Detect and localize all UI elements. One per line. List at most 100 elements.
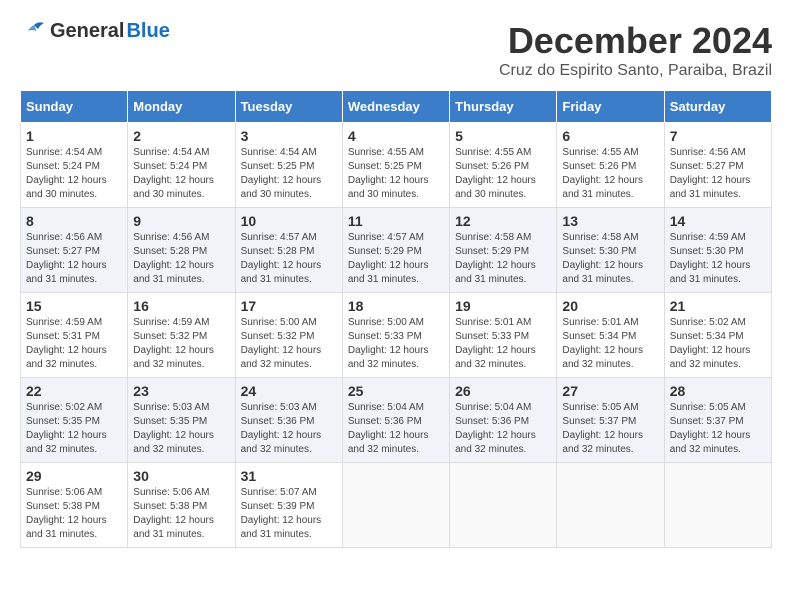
- calendar-week-row: 22 Sunrise: 5:02 AMSunset: 5:35 PMDayligh…: [21, 378, 772, 463]
- calendar-day-cell: 28 Sunrise: 5:05 AMSunset: 5:37 PMDayligh…: [664, 378, 771, 463]
- day-info: Sunrise: 5:02 AMSunset: 5:34 PMDaylight:…: [670, 316, 766, 372]
- day-number: 9: [133, 213, 229, 229]
- day-info: Sunrise: 5:00 AMSunset: 5:32 PMDaylight:…: [241, 316, 337, 372]
- day-info: Sunrise: 4:59 AMSunset: 5:30 PMDaylight:…: [670, 231, 766, 287]
- page-header: General Blue December 2024 Cruz do Espir…: [20, 20, 772, 80]
- day-number: 7: [670, 128, 766, 144]
- logo: General Blue: [20, 20, 170, 43]
- day-info: Sunrise: 4:55 AMSunset: 5:26 PMDaylight:…: [455, 146, 551, 202]
- day-number: 3: [241, 128, 337, 144]
- calendar-day-cell: 9 Sunrise: 4:56 AMSunset: 5:28 PMDaylight…: [128, 208, 235, 293]
- day-info: Sunrise: 5:07 AMSunset: 5:39 PMDaylight:…: [241, 486, 337, 542]
- day-info: Sunrise: 4:56 AMSunset: 5:28 PMDaylight:…: [133, 231, 229, 287]
- calendar-day-cell: [342, 463, 449, 548]
- calendar-day-cell: 3 Sunrise: 4:54 AMSunset: 5:25 PMDaylight…: [235, 123, 342, 208]
- day-info: Sunrise: 5:04 AMSunset: 5:36 PMDaylight:…: [455, 401, 551, 457]
- day-number: 30: [133, 468, 229, 484]
- day-info: Sunrise: 5:00 AMSunset: 5:33 PMDaylight:…: [348, 316, 444, 372]
- day-info: Sunrise: 4:56 AMSunset: 5:27 PMDaylight:…: [26, 231, 122, 287]
- day-number: 29: [26, 468, 122, 484]
- day-number: 1: [26, 128, 122, 144]
- day-info: Sunrise: 4:57 AMSunset: 5:28 PMDaylight:…: [241, 231, 337, 287]
- calendar-day-cell: 30 Sunrise: 5:06 AMSunset: 5:38 PMDayligh…: [128, 463, 235, 548]
- day-number: 15: [26, 298, 122, 314]
- day-info: Sunrise: 4:54 AMSunset: 5:24 PMDaylight:…: [26, 146, 122, 202]
- weekday-header-cell: Thursday: [450, 91, 557, 123]
- month-title: December 2024: [499, 20, 772, 62]
- calendar-day-cell: 8 Sunrise: 4:56 AMSunset: 5:27 PMDaylight…: [21, 208, 128, 293]
- calendar-day-cell: 10 Sunrise: 4:57 AMSunset: 5:28 PMDayligh…: [235, 208, 342, 293]
- day-number: 31: [241, 468, 337, 484]
- day-number: 24: [241, 383, 337, 399]
- calendar-table: SundayMondayTuesdayWednesdayThursdayFrid…: [20, 90, 772, 548]
- day-number: 18: [348, 298, 444, 314]
- day-number: 26: [455, 383, 551, 399]
- logo-general-text: General: [50, 20, 124, 43]
- location-title: Cruz do Espirito Santo, Paraiba, Brazil: [499, 62, 772, 80]
- calendar-day-cell: 24 Sunrise: 5:03 AMSunset: 5:36 PMDayligh…: [235, 378, 342, 463]
- day-info: Sunrise: 4:54 AMSunset: 5:24 PMDaylight:…: [133, 146, 229, 202]
- day-number: 8: [26, 213, 122, 229]
- day-info: Sunrise: 4:57 AMSunset: 5:29 PMDaylight:…: [348, 231, 444, 287]
- calendar-day-cell: 7 Sunrise: 4:56 AMSunset: 5:27 PMDaylight…: [664, 123, 771, 208]
- day-info: Sunrise: 4:55 AMSunset: 5:26 PMDaylight:…: [562, 146, 658, 202]
- calendar-day-cell: 29Sunrise: 5:06 AMSunset: 5:38 PMDayligh…: [21, 463, 128, 548]
- calendar-day-cell: 20 Sunrise: 5:01 AMSunset: 5:34 PMDayligh…: [557, 293, 664, 378]
- day-info: Sunrise: 4:54 AMSunset: 5:25 PMDaylight:…: [241, 146, 337, 202]
- calendar-day-cell: 14Sunrise: 4:59 AMSunset: 5:30 PMDayligh…: [664, 208, 771, 293]
- day-info: Sunrise: 4:56 AMSunset: 5:27 PMDaylight:…: [670, 146, 766, 202]
- day-number: 20: [562, 298, 658, 314]
- logo-blue-text: Blue: [126, 20, 169, 43]
- calendar-day-cell: 5 Sunrise: 4:55 AMSunset: 5:26 PMDaylight…: [450, 123, 557, 208]
- calendar-day-cell: 25 Sunrise: 5:04 AMSunset: 5:36 PMDayligh…: [342, 378, 449, 463]
- calendar-day-cell: 2 Sunrise: 4:54 AMSunset: 5:24 PMDaylight…: [128, 123, 235, 208]
- calendar-day-cell: 15Sunrise: 4:59 AMSunset: 5:31 PMDayligh…: [21, 293, 128, 378]
- weekday-header-cell: Friday: [557, 91, 664, 123]
- day-number: 10: [241, 213, 337, 229]
- calendar-week-row: 29 Sunrise: 5:06 AMSunset: 5:38 PMDayligh…: [21, 463, 772, 548]
- calendar-day-cell: 31 Sunrise: 5:07 AMSunset: 5:39 PMDayligh…: [235, 463, 342, 548]
- day-number: 21: [670, 298, 766, 314]
- calendar-day-cell: 4Sunrise: 4:55 AMSunset: 5:25 PMDaylight…: [342, 123, 449, 208]
- day-number: 4: [348, 128, 444, 144]
- day-number: 2: [133, 128, 229, 144]
- day-info: Sunrise: 5:02 AMSunset: 5:35 PMDaylight:…: [26, 401, 122, 457]
- calendar-day-cell: 21 Sunrise: 5:02 AMSunset: 5:34 PMDayligh…: [664, 293, 771, 378]
- calendar-body: 1 Sunrise: 4:54 AMSunset: 5:24 PMDaylight…: [21, 123, 772, 548]
- day-number: 16: [133, 298, 229, 314]
- day-number: 6: [562, 128, 658, 144]
- day-number: 12: [455, 213, 551, 229]
- calendar-day-cell: [450, 463, 557, 548]
- calendar-day-cell: 18 Sunrise: 5:00 AMSunset: 5:33 PMDayligh…: [342, 293, 449, 378]
- day-number: 5: [455, 128, 551, 144]
- weekday-header-cell: Saturday: [664, 91, 771, 123]
- calendar-day-cell: 16Sunrise: 4:59 AMSunset: 5:32 PMDayligh…: [128, 293, 235, 378]
- day-number: 23: [133, 383, 229, 399]
- day-info: Sunrise: 5:01 AMSunset: 5:34 PMDaylight:…: [562, 316, 658, 372]
- weekday-header-cell: Sunday: [21, 91, 128, 123]
- day-info: Sunrise: 5:05 AMSunset: 5:37 PMDaylight:…: [670, 401, 766, 457]
- day-number: 19: [455, 298, 551, 314]
- calendar-day-cell: 12 Sunrise: 4:58 AMSunset: 5:29 PMDayligh…: [450, 208, 557, 293]
- day-info: Sunrise: 5:03 AMSunset: 5:35 PMDaylight:…: [133, 401, 229, 457]
- calendar-week-row: 15Sunrise: 4:59 AMSunset: 5:31 PMDayligh…: [21, 293, 772, 378]
- title-section: December 2024 Cruz do Espirito Santo, Pa…: [499, 20, 772, 80]
- calendar-day-cell: 13 Sunrise: 4:58 AMSunset: 5:30 PMDayligh…: [557, 208, 664, 293]
- day-number: 22: [26, 383, 122, 399]
- day-number: 13: [562, 213, 658, 229]
- weekday-header-row: SundayMondayTuesdayWednesdayThursdayFrid…: [21, 91, 772, 123]
- calendar-day-cell: 26 Sunrise: 5:04 AMSunset: 5:36 PMDayligh…: [450, 378, 557, 463]
- day-number: 28: [670, 383, 766, 399]
- day-number: 27: [562, 383, 658, 399]
- calendar-day-cell: 23 Sunrise: 5:03 AMSunset: 5:35 PMDayligh…: [128, 378, 235, 463]
- day-number: 11: [348, 213, 444, 229]
- calendar-day-cell: [664, 463, 771, 548]
- calendar-day-cell: 17Sunrise: 5:00 AMSunset: 5:32 PMDayligh…: [235, 293, 342, 378]
- day-info: Sunrise: 4:58 AMSunset: 5:29 PMDaylight:…: [455, 231, 551, 287]
- calendar-day-cell: 19Sunrise: 5:01 AMSunset: 5:33 PMDayligh…: [450, 293, 557, 378]
- day-info: Sunrise: 4:58 AMSunset: 5:30 PMDaylight:…: [562, 231, 658, 287]
- day-info: Sunrise: 5:06 AMSunset: 5:38 PMDaylight:…: [133, 486, 229, 542]
- day-info: Sunrise: 5:04 AMSunset: 5:36 PMDaylight:…: [348, 401, 444, 457]
- day-info: Sunrise: 5:03 AMSunset: 5:36 PMDaylight:…: [241, 401, 337, 457]
- day-number: 25: [348, 383, 444, 399]
